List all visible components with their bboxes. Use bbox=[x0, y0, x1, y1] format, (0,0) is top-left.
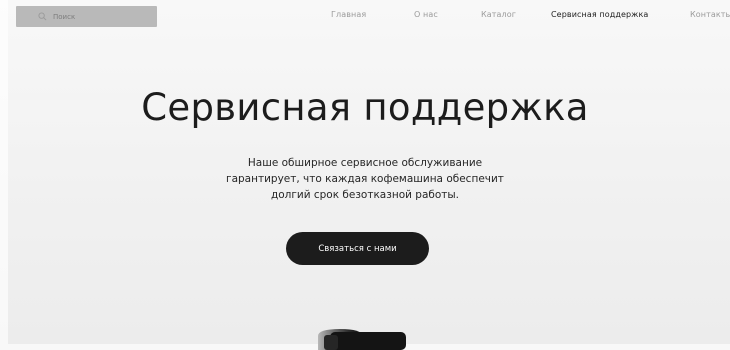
main-nav: Главная О нас Каталог Сервисная поддержк… bbox=[0, 10, 730, 24]
hero-description: Наше обширное сервисное обслуживание гар… bbox=[0, 155, 730, 203]
nav-item-contacts[interactable]: Контакты bbox=[690, 10, 730, 19]
nav-item-service-support[interactable]: Сервисная поддержка bbox=[551, 10, 648, 19]
page-title: Сервисная поддержка bbox=[141, 86, 589, 129]
contact-us-button[interactable]: Связаться с нами bbox=[286, 232, 429, 265]
hero-description-line: гарантирует, что каждая кофемашина обесп… bbox=[226, 173, 504, 185]
top-bar: Главная О нас Каталог Сервисная поддержк… bbox=[0, 0, 730, 34]
nav-item-about[interactable]: О нас bbox=[414, 10, 438, 19]
hero-description-line: Наше обширное сервисное обслуживание bbox=[247, 157, 483, 169]
nav-item-home[interactable]: Главная bbox=[331, 10, 366, 19]
hero-description-line: долгий срок безотказной работы. bbox=[270, 189, 460, 201]
coffee-machine-image bbox=[318, 329, 406, 350]
nav-item-catalog[interactable]: Каталог bbox=[481, 10, 516, 19]
